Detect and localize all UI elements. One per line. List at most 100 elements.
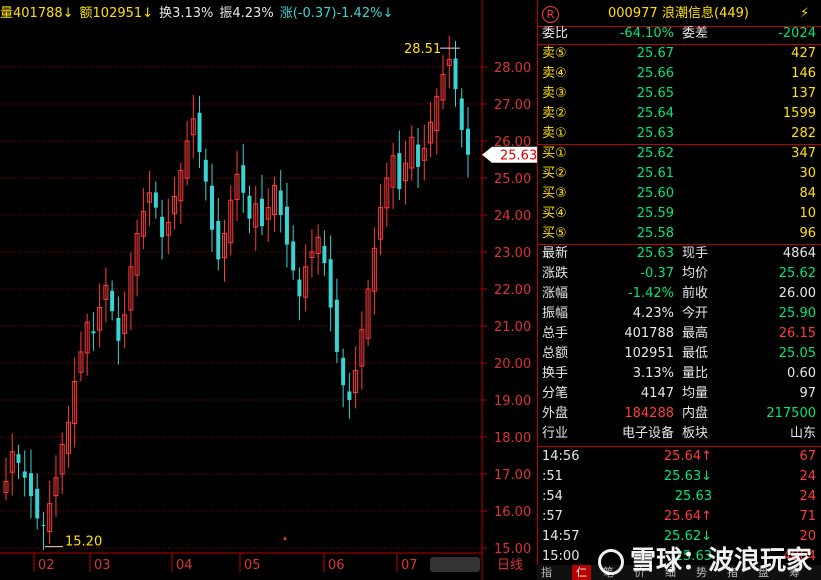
ask-level-row[interactable]: 卖⑤ 25.67 427	[538, 44, 821, 64]
bid-volume: 347	[791, 146, 816, 161]
weicha-label: 委差	[682, 26, 709, 41]
stat-value: 26.00	[778, 286, 816, 301]
bid-label: 买④	[542, 206, 567, 221]
candle-body	[397, 153, 402, 190]
stat-value: 25.05	[778, 346, 816, 361]
ask-volume: 137	[791, 86, 816, 101]
candle-body	[259, 198, 264, 227]
stat-label: 外盘	[542, 406, 569, 421]
candle-body	[160, 216, 165, 238]
stat-value: 0.60	[787, 366, 816, 381]
bid-level-row[interactable]: 买① 25.62 347	[538, 144, 821, 164]
candle-body	[216, 221, 221, 260]
panel-tab[interactable]: 指	[541, 565, 552, 580]
x-tick-label: 06	[328, 558, 345, 573]
quote-stat-row[interactable]: 分笔 4147 均量 97	[538, 384, 821, 404]
stat-label: 前收	[682, 286, 709, 301]
stat-value: 4147	[640, 386, 674, 401]
y-tick-label: 22.00	[494, 283, 531, 298]
ask-level-row[interactable]: 卖④ 25.66 146	[538, 64, 821, 84]
ask-level-row[interactable]: 卖② 25.64 1599	[538, 104, 821, 124]
candle-body	[328, 259, 333, 308]
stat-label: 涨跌	[542, 266, 569, 281]
candle-body	[197, 112, 202, 153]
quote-stat-row[interactable]: 涨跌 -0.37 均价 25.62	[538, 264, 821, 284]
bid-level-row[interactable]: 买⑤ 25.58 96	[538, 224, 821, 244]
stock-name: 浪潮信息(449)	[662, 6, 749, 21]
candle-body	[110, 290, 115, 312]
tick-time: :54	[542, 489, 563, 504]
ask-level-row[interactable]: 卖① 25.63 282	[538, 124, 821, 144]
trade-tick-row[interactable]: :54 25.63 24	[538, 487, 821, 507]
candle-body	[22, 471, 27, 478]
y-tick-label: 27.00	[494, 98, 531, 113]
candle-body	[35, 488, 40, 519]
turnover-readout: 换3.13%	[159, 6, 214, 21]
scrollbar-thumb[interactable]	[430, 557, 480, 572]
trade-tick-row[interactable]: 14:56 25.64↑ 67	[538, 447, 821, 467]
stat-value: 217500	[766, 406, 816, 421]
trade-tick-row[interactable]: :57 25.64↑ 71	[538, 507, 821, 527]
stat-label: 最新	[542, 246, 569, 261]
stat-value: 25.63	[636, 246, 674, 261]
stat-label: 分笔	[542, 386, 569, 401]
stat-value: 山东	[789, 426, 816, 441]
weibi-label: 委比	[542, 26, 569, 41]
ask-volume: 427	[791, 46, 816, 61]
trade-tick-row[interactable]: :51 25.63↓ 24	[538, 467, 821, 487]
quote-stat-row[interactable]: 行业 电子设备 板块 山东	[538, 424, 821, 444]
ask-label: 卖①	[542, 126, 567, 141]
stat-value: 4864	[782, 246, 816, 261]
candle-body	[41, 524, 46, 526]
candle-body	[28, 473, 33, 497]
quote-stat-row[interactable]: 振幅 4.23% 今开 25.90	[538, 304, 821, 324]
y-tick-label: 23.00	[494, 246, 531, 261]
stat-value: 电子设备	[621, 426, 674, 441]
ask-level-row[interactable]: 卖③ 25.65 137	[538, 84, 821, 104]
candle-body	[453, 58, 458, 90]
stat-label: 换手	[542, 366, 569, 381]
quote-stat-row[interactable]: 总额 102951 最低 25.05	[538, 344, 821, 364]
bid-level-row[interactable]: 买④ 25.59 10	[538, 204, 821, 224]
stat-label: 最高	[682, 326, 709, 341]
bid-label: 买⑤	[542, 226, 567, 241]
ask-price: 25.67	[636, 46, 674, 61]
bid-volume: 96	[799, 226, 816, 241]
bid-level-row[interactable]: 买③ 25.60 84	[538, 184, 821, 204]
bid-level-row[interactable]: 买② 25.61 30	[538, 164, 821, 184]
tick-time: 15:00	[542, 549, 580, 564]
candle-body	[297, 279, 302, 297]
candle-body	[241, 165, 246, 193]
tick-price: 25.64↑	[663, 449, 712, 464]
x-tick-label: 03	[94, 558, 111, 573]
amount-readout: 额102951↓	[79, 6, 154, 21]
bid-volume: 30	[799, 166, 816, 181]
stock-code: 000977	[608, 6, 658, 21]
lightning-icon[interactable]: ⚡	[800, 4, 809, 24]
y-tick-label: 15.00	[494, 542, 531, 557]
registered-icon: R	[542, 6, 559, 23]
panel-tab[interactable]: 仁	[572, 565, 591, 580]
stat-value: 401788	[624, 326, 674, 341]
weibi-value: -64.10%	[619, 26, 674, 41]
x-tick-label: 02	[38, 558, 55, 573]
quote-stat-row[interactable]: 换手 3.13% 量比 0.60	[538, 364, 821, 384]
tick-volume: 24	[799, 489, 816, 504]
stat-value: -1.42%	[628, 286, 674, 301]
stat-label: 内盘	[682, 406, 709, 421]
watermark-text: 雪球：波浪玩家	[630, 546, 813, 576]
quote-stat-row[interactable]: 涨幅 -1.42% 前收 26.00	[538, 284, 821, 304]
stat-value: 25.90	[778, 306, 816, 321]
quote-stat-row[interactable]: 最新 25.63 现手 4864	[538, 244, 821, 264]
y-tick-label: 21.00	[494, 320, 531, 335]
candle-body	[459, 98, 464, 130]
candle-body	[203, 159, 208, 182]
quote-stat-row[interactable]: 外盘 184288 内盘 217500	[538, 404, 821, 424]
bid-label: 买②	[542, 166, 567, 181]
candle-body	[153, 192, 158, 208]
tick-time: 14:57	[542, 529, 580, 544]
tick-price: 25.64↑	[663, 509, 712, 524]
change-readout: 涨(-0.37)-1.42%↓	[279, 6, 394, 21]
kline-chart[interactable]: 28.0027.0026.0025.0024.0023.0022.0021.00…	[0, 0, 537, 580]
quote-stat-row[interactable]: 总手 401788 最高 26.15	[538, 324, 821, 344]
